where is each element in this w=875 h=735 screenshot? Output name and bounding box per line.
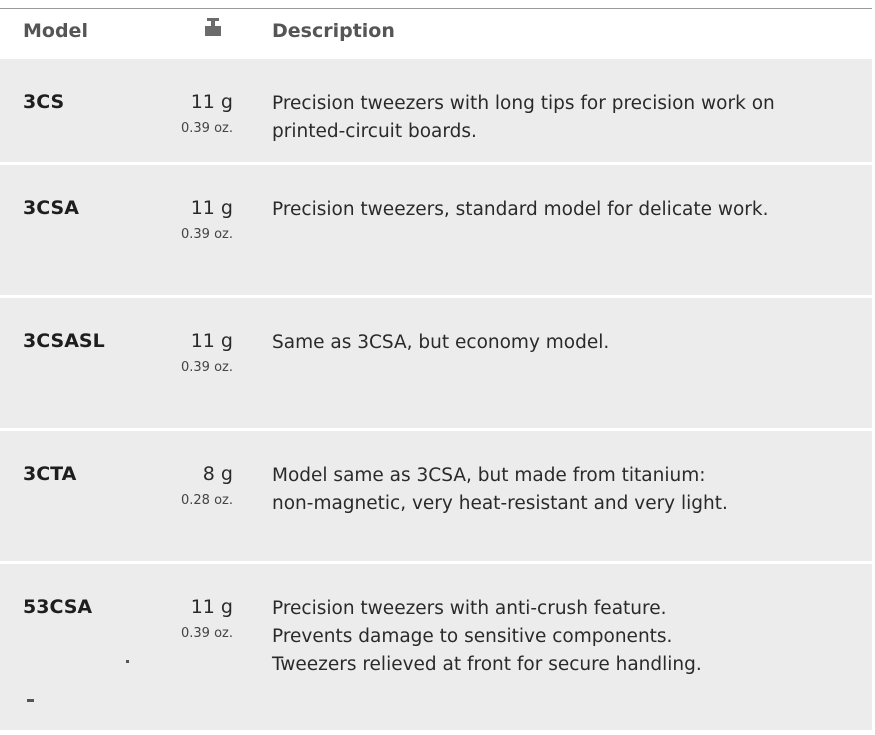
weight-icon <box>205 18 221 36</box>
table-row: 53CSA 11 g 0.39 oz. Precision tweezers w… <box>0 564 872 730</box>
table-row: 3CSA 11 g 0.39 oz. Precision tweezers, s… <box>0 165 872 298</box>
description-line: Model same as 3CSA, but made from titani… <box>272 465 706 486</box>
model-cell: 3CTA <box>23 463 77 485</box>
weight-ounces-cell: 0.39 oz. <box>181 121 233 136</box>
model-cell: 3CSASL <box>23 330 105 352</box>
description-line: Tweezers relieved at front for secure ha… <box>272 654 702 675</box>
description-cell: Precision tweezers, standard model for d… <box>272 196 769 224</box>
scan-speck <box>126 660 129 663</box>
weight-ounces-cell: 0.39 oz. <box>181 227 233 242</box>
model-cell: 3CSA <box>23 197 79 219</box>
weight-ounces-cell: 0.39 oz. <box>181 360 233 375</box>
column-header-description: Description <box>272 20 395 42</box>
weight-ounces-cell: 0.39 oz. <box>181 626 233 641</box>
description-line: Prevents damage to sensitive components. <box>272 626 673 647</box>
model-cell: 3CS <box>23 91 65 113</box>
description-cell: Precision tweezers with long tips for pr… <box>272 90 775 146</box>
description-cell: Same as 3CSA, but economy model. <box>272 329 609 357</box>
description-line: Precision tweezers, standard model for d… <box>272 199 769 220</box>
description-line: printed-circuit boards. <box>272 121 477 142</box>
table-row: 3CTA 8 g 0.28 oz. Model same as 3CSA, bu… <box>0 431 872 564</box>
model-cell: 53CSA <box>23 596 93 618</box>
weight-grams-cell: 11 g <box>190 330 233 352</box>
column-header-model: Model <box>23 20 88 42</box>
weight-grams-cell: 11 g <box>190 596 233 618</box>
description-line: non-magnetic, very heat-resistant and ve… <box>272 493 728 514</box>
table-row: 3CSASL 11 g 0.39 oz. Same as 3CSA, but e… <box>0 298 872 431</box>
description-cell: Model same as 3CSA, but made from titani… <box>272 462 728 518</box>
table-header: Model Description <box>0 9 872 53</box>
description-line: Precision tweezers with anti-crush featu… <box>272 598 667 619</box>
weight-grams-cell: 8 g <box>202 463 233 485</box>
description-line: Same as 3CSA, but economy model. <box>272 332 610 353</box>
weight-grams-cell: 11 g <box>190 197 233 219</box>
scan-speck <box>27 699 34 702</box>
weight-grams-cell: 11 g <box>190 91 233 113</box>
description-line: Precision tweezers with long tips for pr… <box>272 93 775 114</box>
product-table-body: 3CS 11 g 0.39 oz. Precision tweezers wit… <box>0 59 872 730</box>
weight-ounces-cell: 0.28 oz. <box>181 493 233 508</box>
description-cell: Precision tweezers with anti-crush featu… <box>272 595 702 679</box>
table-row: 3CS 11 g 0.39 oz. Precision tweezers wit… <box>0 59 872 165</box>
